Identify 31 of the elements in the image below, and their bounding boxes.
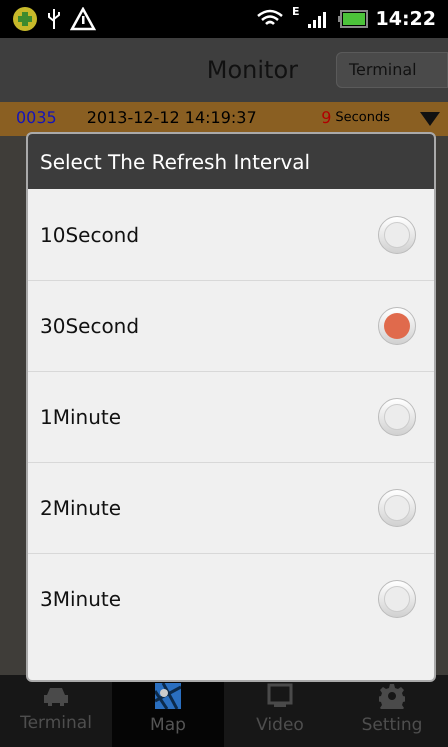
usb-icon [46, 7, 62, 31]
option-label: 1Minute [40, 404, 122, 431]
option-label: 30Second [40, 313, 140, 340]
clock-text: 14:22 [376, 6, 436, 32]
gear-icon [379, 683, 405, 710]
warning-icon [70, 7, 96, 31]
interval-unit: Seconds [335, 109, 390, 127]
option-label: 10Second [40, 222, 140, 248]
interval-option[interactable]: 2Minute [28, 462, 434, 553]
dialog-title: Select The Refresh Interval [40, 148, 310, 176]
map-icon [155, 683, 181, 710]
radio-button[interactable] [378, 307, 416, 345]
shield-app-icon [12, 6, 38, 32]
battery-icon [338, 10, 368, 28]
device-id: 0035 [16, 108, 57, 128]
radio-button[interactable] [378, 580, 416, 618]
timestamp: 2013-12-12 14:19:37 [86, 108, 257, 128]
radio-button[interactable] [378, 489, 416, 527]
option-label: 3Minute [40, 586, 122, 613]
car-icon [42, 685, 70, 708]
network-type-text: E [292, 6, 300, 17]
interval-option[interactable]: 1Minute [28, 371, 434, 462]
interval-count: 9 [321, 108, 332, 128]
option-label: 2Minute [40, 495, 122, 522]
interval-option[interactable]: 3Minute [28, 553, 434, 644]
radio-button[interactable] [378, 216, 416, 254]
radio-button[interactable] [378, 398, 416, 436]
monitor-icon [266, 683, 294, 710]
interval-option[interactable]: 10Second [28, 189, 434, 280]
interval-option[interactable]: 30Second [28, 280, 434, 371]
dropdown-caret-icon[interactable] [420, 112, 440, 126]
